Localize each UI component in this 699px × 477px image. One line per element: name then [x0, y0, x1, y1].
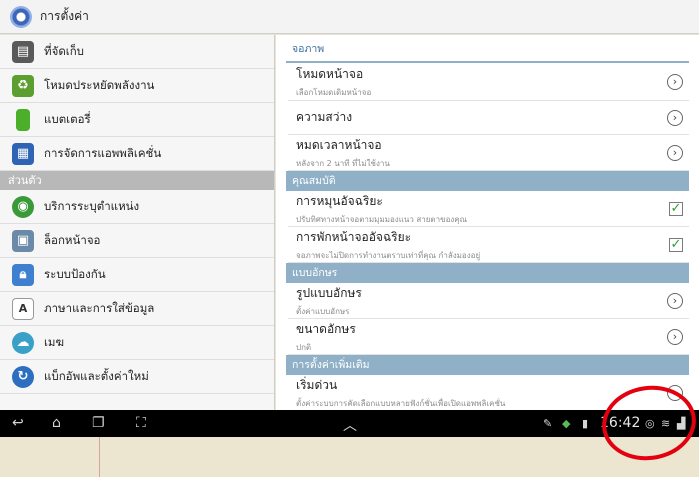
screen-timeout-item[interactable]: หมดเวลาหน้าจอ หลังจาก 2 นาที ที่ไม่ใช้งา… — [288, 135, 689, 171]
file-icon: ▮ — [582, 417, 589, 430]
chevron-right-icon: › — [667, 144, 683, 161]
system-bar: ↩ ⌂ ❐ ⛶ ︿ ✎ ◆ ▮ 16:42 ◎ ≋ ▟ — [0, 410, 699, 437]
section-header-personal: ส่วนตัว — [0, 171, 274, 190]
item-title: รูปแบบอักษร — [296, 285, 362, 300]
settings-gear-icon[interactable] — [10, 5, 32, 28]
grid-icon: ▦ — [12, 142, 34, 165]
pen-icon: ✎ — [543, 417, 553, 430]
shield-icon: ◆ — [562, 417, 571, 430]
item-title: การพักหน้าจออัจฉริยะ — [296, 229, 412, 244]
sidebar-item-power-saving[interactable]: ♻ โหมดประหยัดพลังงาน — [0, 69, 274, 103]
item-subtitle: ตั้งค่าระบบการคัดเลือกแบบหลายฟังก์ชั่นเพ… — [296, 398, 506, 408]
section-header-smart: คุณสมบัติ — [286, 171, 689, 191]
sidebar-item-storage[interactable]: ▤ ที่จัดเก็บ — [0, 35, 274, 69]
item-title: การหมุนอัจฉริยะ — [296, 193, 383, 208]
battery-icon — [16, 108, 30, 131]
sidebar-item-security[interactable]: 🔒︎ ระบบป้องกัน — [0, 258, 274, 292]
sidebar-item-lock-screen[interactable]: ▣ ล็อกหน้าจอ — [0, 224, 274, 258]
cloud-icon: ☁ — [12, 331, 34, 354]
item-subtitle: ปรับทิศทางหน้าจอตามมุมมองแนว สายตาของคุณ — [296, 214, 468, 224]
item-title: ขนาดอักษร — [296, 321, 356, 336]
font-size-item[interactable]: ขนาดอักษร ปกติ › — [288, 319, 689, 355]
back-icon[interactable]: ↩ — [12, 415, 24, 431]
sidebar-item-battery[interactable]: แบตเตอรี่ — [0, 103, 274, 137]
sidebar-item-label: การจัดการแอพพลิเคชั่น — [44, 145, 162, 160]
chevron-right-icon: › — [667, 109, 683, 126]
sidebar-item-label: เมฆ — [44, 334, 65, 349]
sidebar-item-location[interactable]: ◉ บริการระบุตำแหน่ง — [0, 190, 274, 224]
sidebar-item-label: ภาษาและการใส่ข้อมูล — [44, 300, 155, 315]
chevron-up-icon[interactable]: ︿ — [343, 415, 357, 435]
chevron-right-icon: › — [667, 73, 683, 90]
sidebar-item-label: โหมดประหยัดพลังงาน — [44, 77, 155, 92]
sidebar-item-label: แบ็กอัพและตั้งค่าใหม่ — [44, 368, 149, 383]
smart-rotation-item[interactable]: การหมุนอัจฉริยะ ปรับทิศทางหน้าจอตามมุมมอ… — [288, 191, 689, 227]
item-subtitle: เลือกโหมดเดิมหน้าจอ — [296, 87, 372, 97]
item-subtitle: ตั้งค่าแบบอักษร — [296, 306, 350, 316]
sidebar-item-label: ล็อกหน้าจอ — [44, 232, 101, 247]
sidebar-item-language[interactable]: A ภาษาและการใส่ข้อมูล — [0, 292, 274, 326]
background-strip — [0, 437, 699, 477]
section-header-font: แบบอักษร — [286, 263, 689, 283]
chevron-right-icon: › — [667, 292, 683, 309]
section-header-display: จอภาพ — [286, 35, 689, 63]
recent-apps-icon[interactable]: ❐ — [92, 415, 105, 431]
display-settings-panel: จอภาพ โหมดหน้าจอ เลือกโหมดเดิมหน้าจอ › ค… — [276, 35, 699, 410]
item-title: โหมดหน้าจอ — [296, 66, 364, 81]
divider-line — [99, 437, 100, 477]
action-bar: การตั้งค่า — [0, 0, 699, 34]
settings-category-list: ▤ ที่จัดเก็บ ♻ โหมดประหยัดพลังงาน แบตเตอ… — [0, 35, 275, 410]
lockscreen-icon: ▣ — [12, 229, 34, 252]
screenshot-icon[interactable]: ⛶ — [136, 415, 146, 431]
smart-stay-checkbox[interactable]: ✓ — [669, 237, 683, 252]
section-header-more: การตั้งค่าเพิ่มเติม — [286, 355, 689, 375]
font-style-item[interactable]: รูปแบบอักษร ตั้งค่าแบบอักษร › — [288, 283, 689, 319]
sidebar-item-label: แบตเตอรี่ — [44, 111, 91, 126]
item-title: หมดเวลาหน้าจอ — [296, 137, 382, 152]
item-subtitle: หลังจาก 2 นาที ที่ไม่ใช้งาน — [296, 158, 390, 168]
item-subtitle: จอภาพจะไม่ปิดการทำงานตราบเท่าที่คุณ กำลั… — [296, 250, 481, 260]
item-subtitle: ปกติ — [296, 342, 312, 352]
recycle-icon: ♻ — [12, 74, 34, 97]
backup-icon: ↻ — [12, 365, 34, 388]
storage-icon: ▤ — [12, 40, 34, 63]
smart-stay-item[interactable]: การพักหน้าจออัจฉริยะ จอภาพจะไม่ปิดการทำง… — [288, 227, 689, 263]
sidebar-item-backup[interactable]: ↻ แบ็กอัพและตั้งค่าใหม่ — [0, 360, 274, 394]
sidebar-item-label: ที่จัดเก็บ — [44, 43, 84, 58]
item-title: ความสว่าง — [296, 110, 353, 124]
location-icon: ◉ — [12, 195, 34, 218]
chevron-right-icon: › — [667, 328, 683, 345]
brightness-item[interactable]: ความสว่าง › — [288, 101, 689, 135]
app-title: การตั้งค่า — [40, 9, 89, 23]
item-title: เริ่มด่วน — [296, 377, 338, 392]
padlock-icon: 🔒︎ — [12, 263, 34, 286]
sidebar-item-cloud[interactable]: ☁ เมฆ — [0, 326, 274, 360]
sidebar-item-app-manager[interactable]: ▦ การจัดการแอพพลิเคชั่น — [0, 137, 274, 171]
sidebar-item-label: ระบบป้องกัน — [44, 266, 106, 281]
screen-mode-item[interactable]: โหมดหน้าจอ เลือกโหมดเดิมหน้าจอ › — [288, 63, 689, 101]
smart-rotation-checkbox[interactable]: ✓ — [669, 201, 683, 216]
home-icon[interactable]: ⌂ — [52, 415, 61, 431]
language-icon: A — [12, 297, 34, 320]
sidebar-item-label: บริการระบุตำแหน่ง — [44, 198, 140, 213]
